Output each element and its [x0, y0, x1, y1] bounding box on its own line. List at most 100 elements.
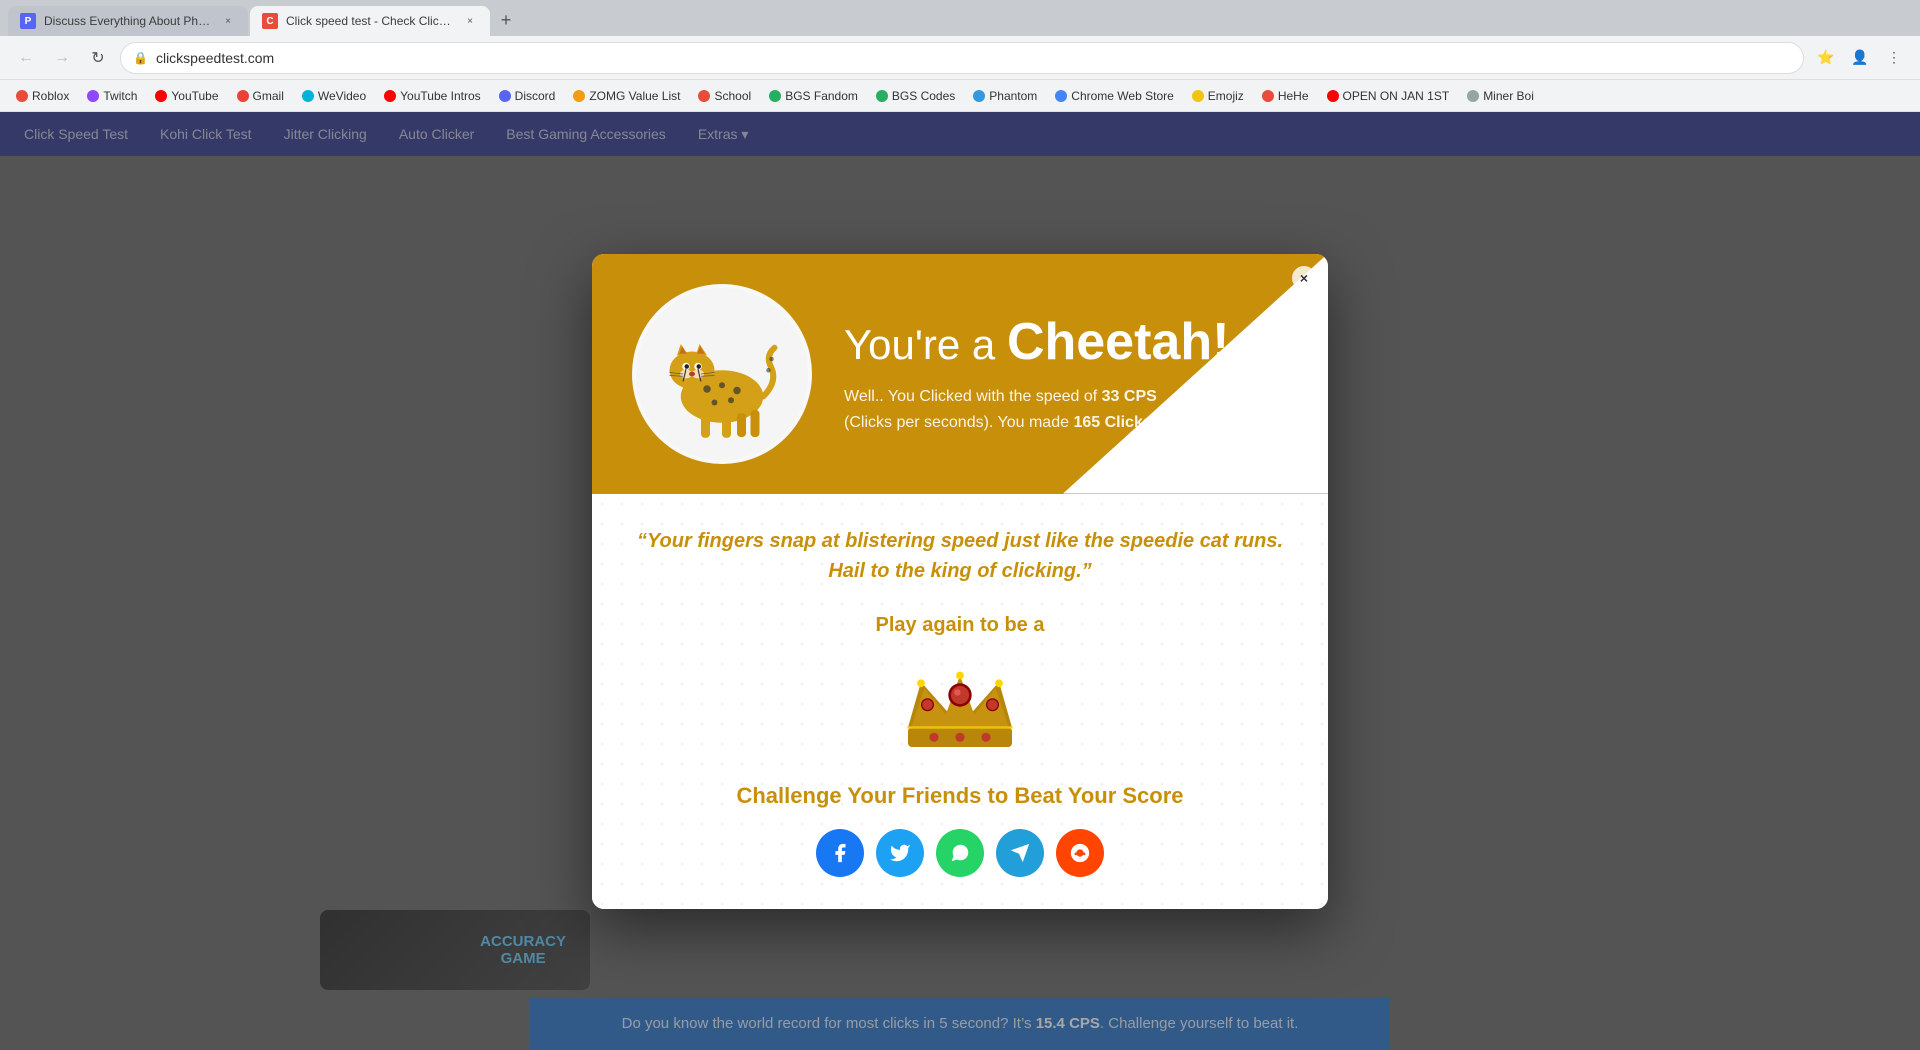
bookmark-favicon-hehe — [1262, 90, 1274, 102]
bookmarks-bar: Roblox Twitch YouTube Gmail WeVideo YouT… — [0, 80, 1920, 112]
bookmark-favicon-zomg — [573, 90, 585, 102]
bookmark-favicon-phantom — [973, 90, 985, 102]
tab-favicon-clickspeed: C — [262, 13, 278, 29]
new-tab-button[interactable]: + — [492, 6, 520, 34]
tab-bar: P Discuss Everything About Phanto... × C… — [0, 0, 1920, 36]
crown-icon — [895, 653, 1025, 763]
bookmark-label-twitch: Twitch — [103, 89, 137, 103]
bookmark-favicon-chrome — [1055, 90, 1067, 102]
bookmark-favicon-school — [698, 90, 710, 102]
modal-sub-prefix2: (Clicks per seconds). You made — [844, 414, 1073, 431]
play-again-text: Play again to be a — [632, 614, 1288, 637]
bookmark-favicon-ytintros — [384, 90, 396, 102]
modal-header: You're a Cheetah! Well.. You Clicked wit… — [592, 254, 1328, 494]
lock-icon: 🔒 — [133, 51, 148, 65]
back-button[interactable]: ← — [12, 44, 40, 72]
bookmark-roblox[interactable]: Roblox — [8, 86, 77, 106]
nav-bar: ← → ↻ 🔒 clickspeedtest.com ⭐ 👤 ⋮ — [0, 36, 1920, 80]
bookmark-favicon-roblox — [16, 90, 28, 102]
tab-close-clickspeed[interactable]: × — [462, 13, 478, 29]
modal-title-prefix: You're a — [844, 321, 1007, 368]
nav-right-icons: ⭐ 👤 ⋮ — [1812, 44, 1908, 72]
bookmark-school[interactable]: School — [690, 86, 759, 106]
tab-title-clickspeed: Click speed test - Check Clicks pe... — [286, 14, 454, 28]
tab-favicon-discuss: P — [20, 13, 36, 29]
bookmark-label-gmail: Gmail — [253, 89, 284, 103]
modal-result-text: You're a Cheetah! Well.. You Clicked wit… — [844, 312, 1255, 435]
bookmark-hehe[interactable]: HeHe — [1254, 86, 1317, 106]
modal-close-button[interactable]: × — [1292, 266, 1316, 290]
bookmark-twitch[interactable]: Twitch — [79, 86, 145, 106]
challenge-text: Challenge Your Friends to Beat Your Scor… — [632, 783, 1288, 809]
reload-button[interactable]: ↻ — [84, 44, 112, 72]
modal-subtitle: Well.. You Clicked with the speed of 33 … — [844, 384, 1255, 435]
bookmark-label-roblox: Roblox — [32, 89, 69, 103]
bookmark-favicon-miner — [1467, 90, 1479, 102]
share-twitter-button[interactable] — [876, 829, 924, 877]
forward-button[interactable]: → — [48, 44, 76, 72]
bookmark-zomg[interactable]: ZOMG Value List — [565, 86, 688, 106]
bookmark-label-chrome: Chrome Web Store — [1071, 89, 1174, 103]
bookmark-miner[interactable]: Miner Boi — [1459, 86, 1542, 106]
bookmark-favicon-youtube — [155, 90, 167, 102]
bookmark-phantom[interactable]: Phantom — [965, 86, 1045, 106]
modal-body: “Your fingers snap at blistering speed j… — [592, 494, 1328, 909]
share-reddit-button[interactable] — [1056, 829, 1104, 877]
bookmark-label-discord: Discord — [515, 89, 556, 103]
modal-title-line: You're a Cheetah! — [844, 312, 1255, 372]
bookmark-label-youtube: YouTube — [171, 89, 218, 103]
tab-discuss[interactable]: P Discuss Everything About Phanto... × — [8, 6, 248, 36]
share-facebook-button[interactable] — [816, 829, 864, 877]
social-buttons — [632, 829, 1288, 877]
bookmark-favicon-twitch — [87, 90, 99, 102]
bookmark-favicon-bgs-fandom — [769, 90, 781, 102]
bookmark-wevideo[interactable]: WeVideo — [294, 86, 374, 106]
bookmark-label-zomg: ZOMG Value List — [589, 89, 680, 103]
share-telegram-button[interactable] — [996, 829, 1044, 877]
cheetah-icon — [647, 299, 797, 449]
bookmark-label-wevideo: WeVideo — [318, 89, 366, 103]
menu-button[interactable]: ⋮ — [1880, 44, 1908, 72]
bookmark-label-bgs-fandom: BGS Fandom — [785, 89, 858, 103]
modal-title-animal: Cheetah! — [1007, 313, 1229, 371]
bookmark-favicon-gmail — [237, 90, 249, 102]
crown-container — [632, 653, 1288, 763]
bookmark-label-emojiz: Emojiz — [1208, 89, 1244, 103]
bookmark-label-school: School — [714, 89, 751, 103]
modal-sub-prefix1: Well.. You Clicked with the speed of — [844, 388, 1102, 405]
modal-quote: “Your fingers snap at blistering speed j… — [632, 526, 1288, 586]
bookmark-favicon-open — [1327, 90, 1339, 102]
bookmark-favicon-discord — [499, 90, 511, 102]
bookmark-gmail[interactable]: Gmail — [229, 86, 292, 106]
bookmark-label-ytintros: YouTube Intros — [400, 89, 481, 103]
bookmark-bgs-codes[interactable]: BGS Codes — [868, 86, 963, 106]
bookmark-label-bgs-codes: BGS Codes — [892, 89, 955, 103]
result-modal: × — [592, 254, 1328, 909]
bookmark-youtube[interactable]: YouTube — [147, 86, 226, 106]
browser-frame: P Discuss Everything About Phanto... × C… — [0, 0, 1920, 1050]
bookmark-favicon-wevideo — [302, 90, 314, 102]
bookmark-label-hehe: HeHe — [1278, 89, 1309, 103]
tab-close-discuss[interactable]: × — [220, 13, 236, 29]
bookmark-open[interactable]: OPEN ON JAN 1ST — [1319, 86, 1458, 106]
extensions-button[interactable]: ⭐ — [1812, 44, 1840, 72]
bookmark-bgs-fandom[interactable]: BGS Fandom — [761, 86, 866, 106]
bookmark-label-miner: Miner Boi — [1483, 89, 1534, 103]
bookmark-emojiz[interactable]: Emojiz — [1184, 86, 1252, 106]
bookmark-ytintros[interactable]: YouTube Intros — [376, 86, 489, 106]
address-text: clickspeedtest.com — [156, 50, 1791, 66]
tab-title-discuss: Discuss Everything About Phanto... — [44, 14, 212, 28]
bookmark-discord[interactable]: Discord — [491, 86, 564, 106]
content-area: Click Speed Test Kohi Click Test Jitter … — [0, 112, 1920, 1050]
bookmark-label-phantom: Phantom — [989, 89, 1037, 103]
profile-button[interactable]: 👤 — [1846, 44, 1874, 72]
address-bar[interactable]: 🔒 clickspeedtest.com — [120, 42, 1804, 74]
share-whatsapp-button[interactable] — [936, 829, 984, 877]
modal-overlay: × — [0, 112, 1920, 1050]
tab-clickspeed[interactable]: C Click speed test - Check Clicks pe... … — [250, 6, 490, 36]
bookmark-chrome[interactable]: Chrome Web Store — [1047, 86, 1182, 106]
modal-clicks-value: 165 Clicks in 5 Seconds — [1073, 414, 1254, 431]
bookmark-label-open: OPEN ON JAN 1ST — [1343, 89, 1450, 103]
cheetah-avatar — [632, 284, 812, 464]
bookmark-favicon-bgs-codes — [876, 90, 888, 102]
